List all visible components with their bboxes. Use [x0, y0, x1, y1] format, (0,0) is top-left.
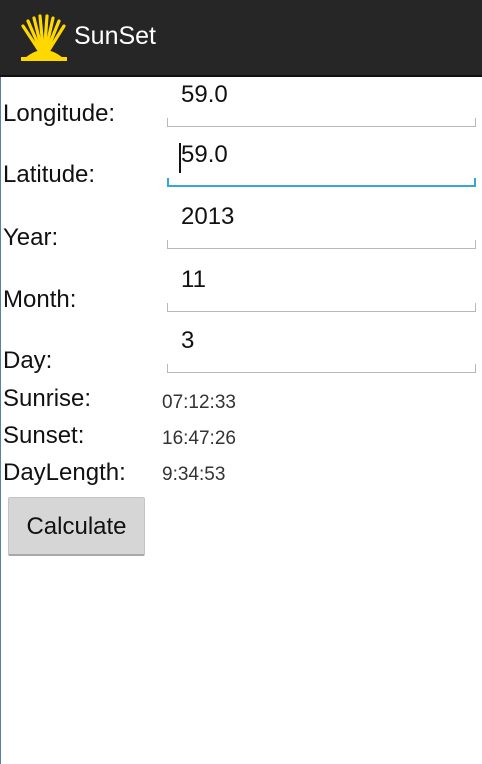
longitude-label: Longitude:	[3, 100, 116, 127]
month-underline	[167, 303, 476, 312]
daylength-value: 9:34:53	[162, 464, 226, 485]
window-left-edge	[0, 77, 1, 764]
latitude-underline	[167, 178, 476, 187]
month-field[interactable]: 11	[167, 266, 476, 312]
calculate-button[interactable]: Calculate	[8, 497, 145, 556]
sunset-label: Sunset:	[3, 422, 85, 449]
latitude-value: 59.0	[181, 141, 228, 168]
day-label: Day:	[3, 347, 53, 374]
longitude-field[interactable]: 59.0	[167, 81, 476, 127]
longitude-underline	[167, 118, 476, 127]
day-field[interactable]: 3	[167, 327, 476, 373]
sunrise-logo-icon[interactable]	[19, 12, 69, 62]
longitude-value: 59.0	[181, 81, 228, 108]
latitude-field[interactable]: 59.0	[167, 141, 476, 187]
sunset-value: 16:47:26	[162, 428, 236, 449]
month-value: 11	[181, 266, 206, 293]
year-underline	[167, 240, 476, 249]
daylength-label: DayLength:	[3, 459, 126, 486]
day-underline	[167, 364, 476, 373]
month-label: Month:	[3, 286, 77, 313]
year-field[interactable]: 2013	[167, 203, 476, 249]
year-label: Year:	[3, 224, 59, 251]
action-bar: SunSet	[0, 0, 482, 77]
latitude-label: Latitude:	[3, 161, 96, 188]
app-title: SunSet	[74, 22, 157, 50]
sunrise-value: 07:12:33	[162, 392, 236, 413]
year-value: 2013	[181, 203, 235, 230]
sunrise-label: Sunrise:	[3, 385, 92, 412]
day-value: 3	[181, 327, 195, 354]
